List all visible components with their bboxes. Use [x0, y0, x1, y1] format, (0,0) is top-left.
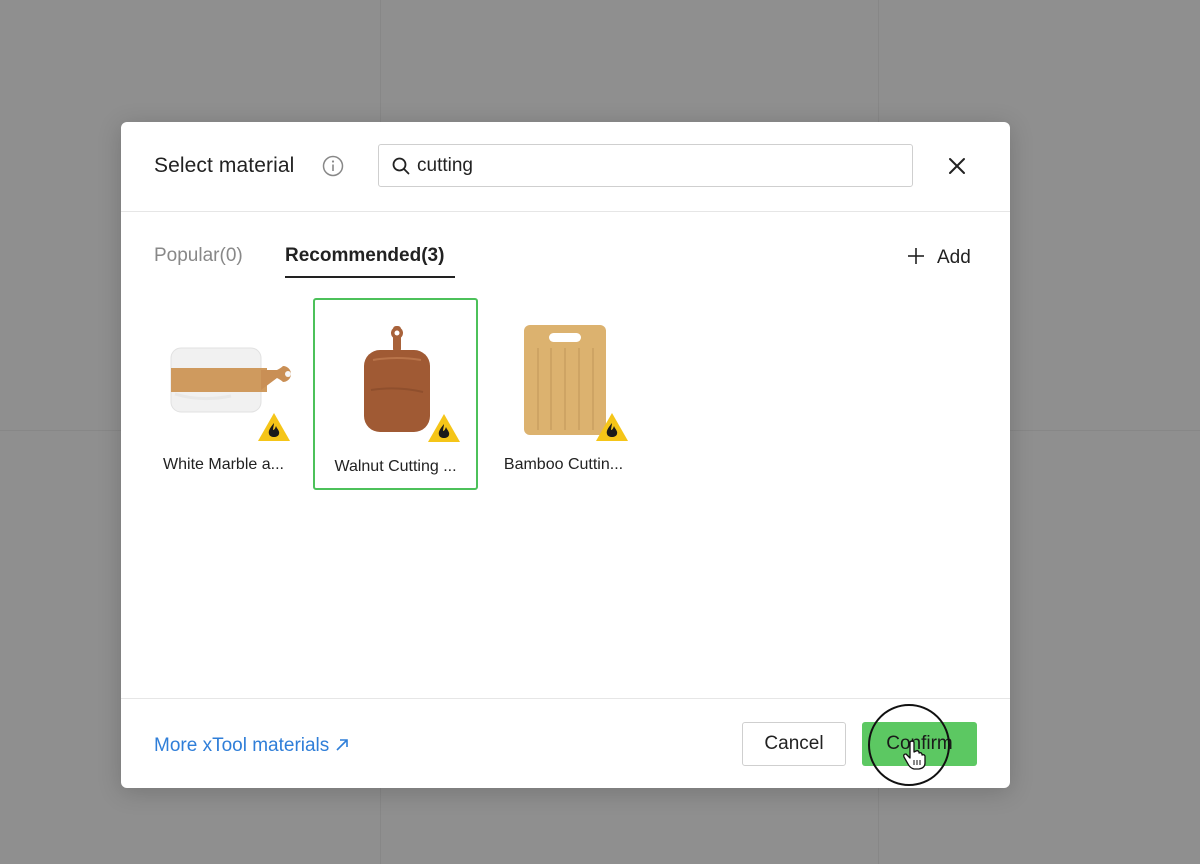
- tab-recommended[interactable]: Recommended(3): [285, 245, 444, 267]
- add-label: Add: [937, 247, 971, 268]
- close-icon[interactable]: [943, 152, 971, 180]
- material-label: White Marble a...: [163, 456, 284, 473]
- info-icon[interactable]: [322, 155, 344, 177]
- external-link-arrow-icon: [336, 739, 349, 751]
- dialog-footer: More xTool materials Cancel Confirm: [121, 698, 1010, 788]
- flame-warning-icon: [596, 413, 628, 441]
- search-input[interactable]: [417, 145, 897, 186]
- flame-warning-icon: [258, 413, 290, 441]
- add-material-button[interactable]: Add: [907, 245, 971, 269]
- search-icon: [392, 157, 410, 175]
- material-card-bamboo[interactable]: Bamboo Cuttin...: [481, 298, 646, 490]
- select-material-dialog: Select material Popular(0) Recommended(3…: [121, 122, 1010, 788]
- material-label: Walnut Cutting ...: [334, 458, 457, 475]
- confirm-button[interactable]: Confirm: [862, 722, 977, 766]
- active-tab-indicator: [285, 276, 455, 278]
- more-xtool-materials-link[interactable]: More xTool materials: [154, 735, 349, 757]
- cancel-button[interactable]: Cancel: [742, 722, 846, 766]
- material-card-walnut[interactable]: Walnut Cutting ...: [313, 298, 478, 490]
- tab-popular[interactable]: Popular(0): [154, 245, 243, 267]
- material-label: Bamboo Cuttin...: [503, 456, 624, 473]
- flame-warning-icon: [428, 414, 460, 442]
- plus-icon: [908, 248, 924, 264]
- dialog-header: Select material: [121, 122, 1010, 212]
- search-box: [378, 144, 913, 187]
- dialog-title: Select material: [154, 154, 295, 177]
- more-link-label: More xTool materials: [154, 735, 330, 756]
- material-card-white-marble[interactable]: White Marble a...: [141, 298, 306, 490]
